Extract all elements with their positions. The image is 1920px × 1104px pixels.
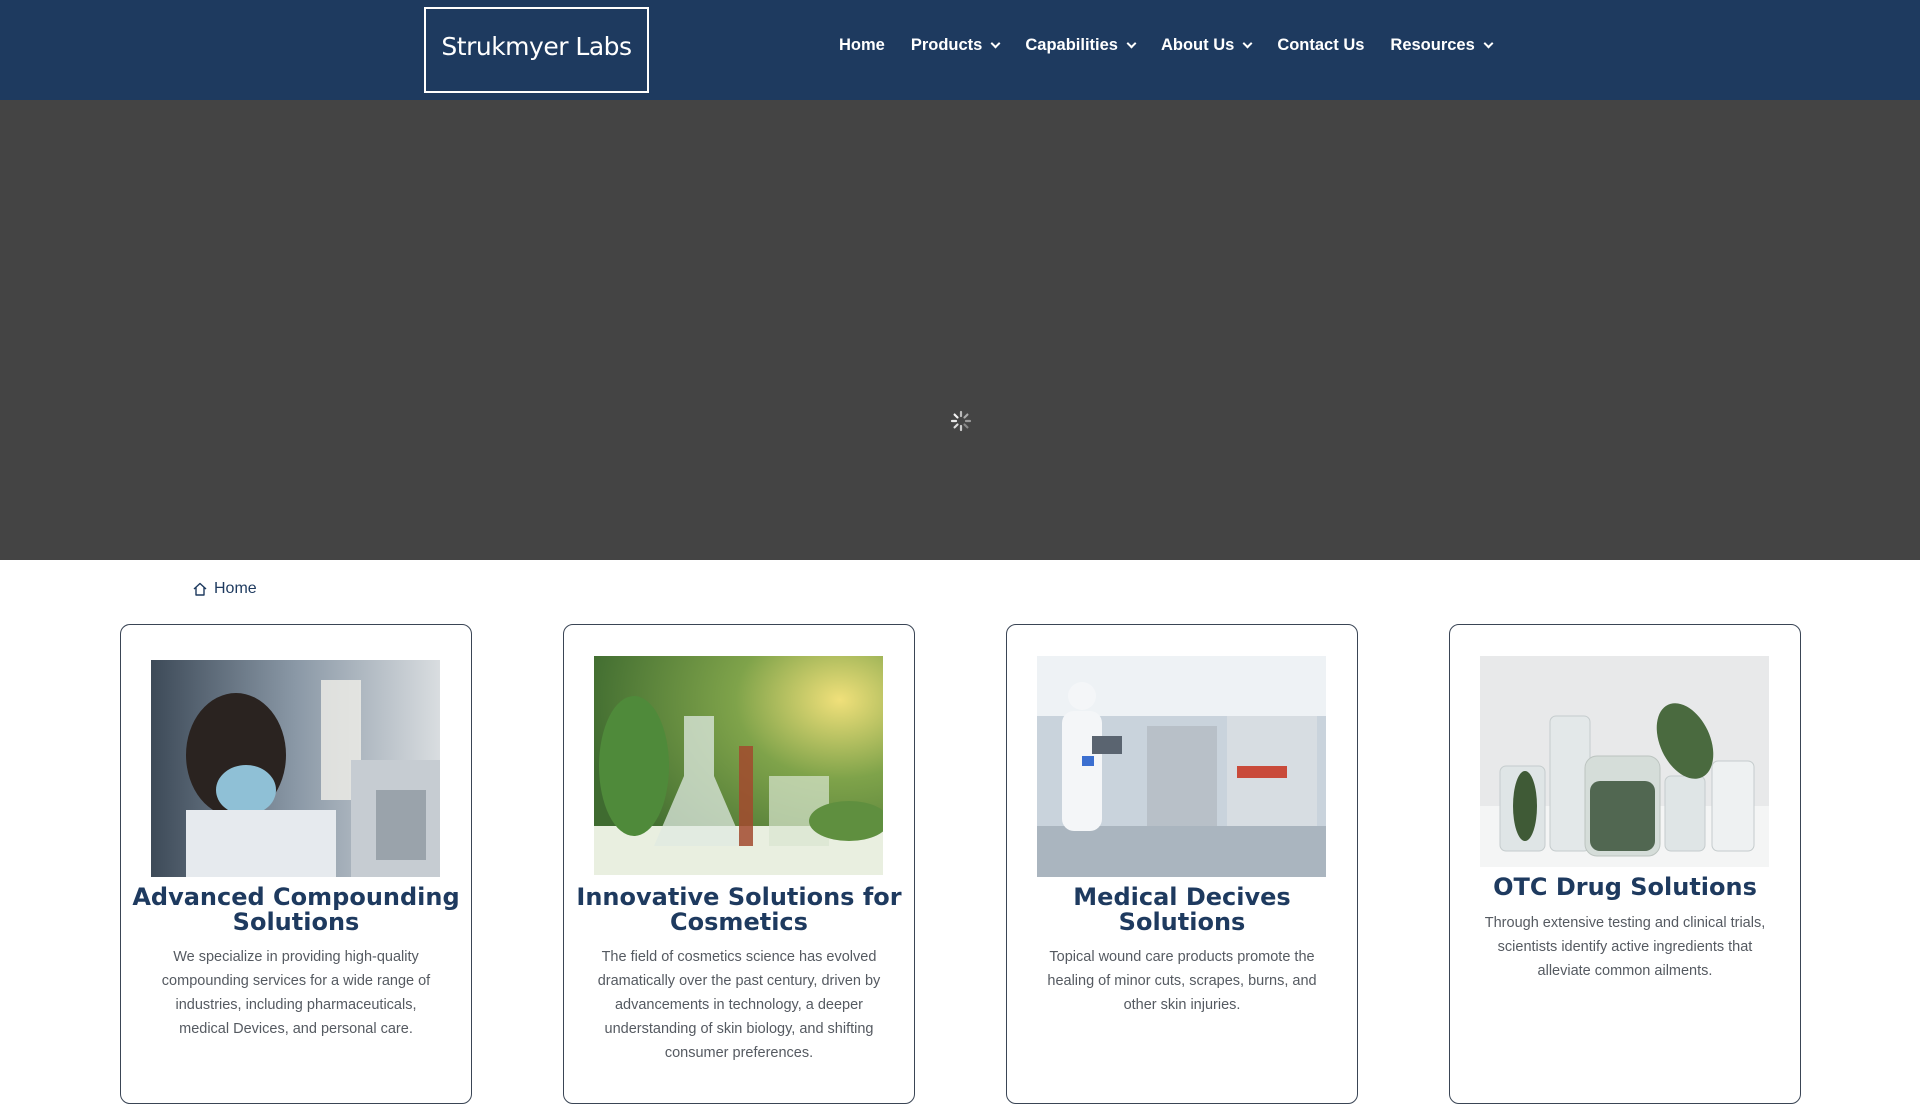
service-card-medical-devices: Medical Decives Solutions Topical wound … [1006,624,1358,1104]
card-photo-cleanroom-factory [1037,656,1326,877]
card-title: Advanced Compounding Solutions [132,883,460,936]
breadcrumb: Home [192,580,257,598]
card-description: We specialize in providing high-quality … [161,949,431,1037]
card-description: Topical wound care products promote the … [1047,949,1317,1013]
card-title: Medical Decives Solutions [1073,883,1291,936]
card-photo-glass-jars [1480,656,1769,867]
chevron-down-icon [1483,38,1494,49]
logo-text: Strukmyer Labs [441,31,632,61]
home-icon [193,582,207,596]
card-photo-lab-scientist [151,660,440,877]
chevron-down-icon [1126,38,1137,49]
service-card-compounding: Advanced Compounding Solutions We specia… [120,624,472,1104]
nav-item-products[interactable]: Products [911,36,1001,55]
nav-item-about-us[interactable]: About Us [1161,36,1253,55]
nav-item-resources[interactable]: Resources [1390,36,1494,55]
card-photo-botanical-glassware [594,656,883,875]
nav-item-capabilities[interactable]: Capabilities [1025,36,1137,55]
loading-spinner-icon [950,410,972,432]
card-title: OTC Drug Solutions [1493,873,1757,901]
nav-item-contact-us[interactable]: Contact Us [1277,36,1364,55]
hero-slider [0,100,1920,560]
card-description: The field of cosmetics science has evolv… [597,949,881,1061]
breadcrumb-home-link[interactable]: Home [214,580,257,598]
card-description: Through extensive testing and clinical t… [1484,915,1766,979]
service-card-otc-drug: OTC Drug Solutions Through extensive tes… [1449,624,1801,1104]
card-title: Innovative Solutions for Cosmetics [576,883,902,936]
main-nav: Home Products Capabilities About Us Cont… [839,36,1518,55]
chevron-down-icon [990,38,1001,49]
service-card-cosmetics: Innovative Solutions for Cosmetics The f… [563,624,915,1104]
nav-item-home[interactable]: Home [839,36,885,55]
site-header: Strukmyer Labs Home Products Capabilitie… [0,0,1920,100]
site-logo[interactable]: Strukmyer Labs [424,7,649,93]
chevron-down-icon [1242,38,1253,49]
